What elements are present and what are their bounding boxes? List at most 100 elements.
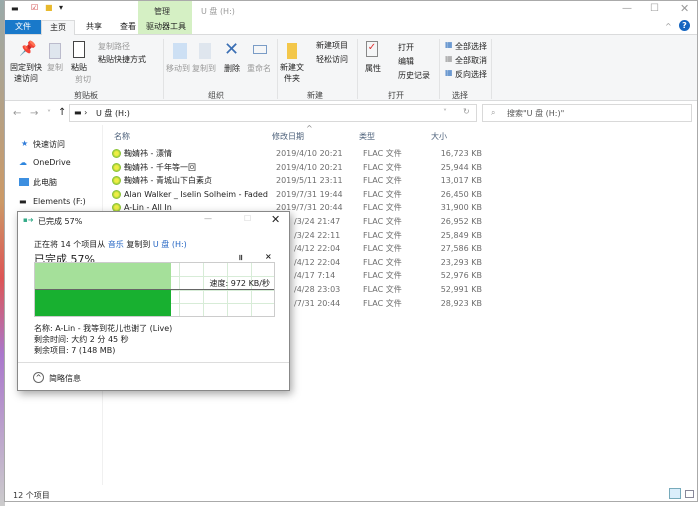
new-folder-icon (287, 43, 297, 59)
divider (18, 362, 289, 363)
history-button[interactable]: 历史记录 (398, 70, 430, 81)
large-icons-view-button[interactable] (685, 490, 694, 498)
address-dropdown[interactable]: ˅ (443, 108, 447, 117)
select-all-button[interactable]: 全部选择 (455, 41, 487, 52)
time-remaining-label: 剩余时间: 大约 2 分 45 秒 (34, 335, 129, 344)
move-to-button[interactable]: 移动到 (166, 63, 190, 74)
minimize-button[interactable]: — (622, 3, 632, 14)
cut-button[interactable]: 剪切 (75, 74, 91, 85)
file-row[interactable]: Alan Walker _ Iselin Solheim - Faded 2019… (112, 188, 482, 201)
properties-qat-icon[interactable]: ☑ (31, 3, 38, 12)
column-date[interactable]: 修改日期 (272, 131, 304, 142)
drive-icon: ▬ (11, 4, 19, 13)
divider (491, 39, 492, 99)
window-title: U 盘 (H:) (201, 7, 235, 16)
chevron-up-icon[interactable]: ^ (33, 372, 44, 383)
column-type[interactable]: 类型 (359, 131, 375, 142)
open-button[interactable]: 打开 (398, 42, 414, 53)
up-button[interactable]: ↑ (58, 107, 66, 118)
file-type: FLAC 文件 (363, 285, 402, 294)
rename-button[interactable]: 重命名 (247, 63, 271, 74)
copy-button[interactable]: 复制 (47, 62, 63, 73)
file-type: FLAC 文件 (363, 149, 402, 158)
back-button[interactable]: ← (13, 108, 21, 119)
copy-to-button[interactable]: 复制到 (192, 63, 216, 74)
new-folder-button[interactable]: 新建文件夹 (279, 62, 305, 84)
nav-this-pc[interactable]: 此电脑 (33, 177, 57, 188)
cloud-icon: ☁ (19, 158, 27, 167)
file-size: 23,293 KB (440, 257, 482, 267)
file-date: 2019/4/10 20:21 (276, 162, 343, 172)
divider (277, 39, 278, 99)
destination-link[interactable]: U 盘 (H:) (153, 240, 187, 249)
tab-home[interactable]: 主页 (41, 20, 75, 35)
file-size: 13,017 KB (440, 176, 482, 186)
properties-icon: ✓ (366, 41, 378, 57)
file-row[interactable]: 鞠婧祎 - 青城山下白素贞 2019/5/11 23:11 FLAC 文件 13,01… (112, 174, 482, 187)
close-button[interactable]: ✕ (680, 2, 689, 15)
qat-dropdown-icon[interactable]: ▾ (59, 3, 63, 12)
dialog-close-button[interactable]: ✕ (271, 213, 280, 226)
nav-elements-drive[interactable]: Elements (F:) (33, 197, 86, 206)
cancel-copy-button[interactable]: × (265, 252, 272, 261)
forward-button[interactable]: → (30, 108, 38, 119)
collapse-ribbon-icon[interactable]: ^ (665, 22, 672, 31)
file-type: FLAC 文件 (363, 230, 402, 240)
maximize-button[interactable]: ☐ (650, 3, 659, 14)
invert-selection-button[interactable]: 反向选择 (455, 69, 487, 80)
copy-path-button[interactable]: 复制路径 (98, 41, 130, 52)
nav-onedrive[interactable]: OneDrive (33, 158, 71, 167)
address-bar[interactable]: ▬ › U 盘 (H:) ˅ ↻ (69, 104, 477, 122)
recent-dropdown[interactable]: ˅ (47, 109, 51, 118)
file-type: FLAC 文件 (363, 298, 402, 308)
copy-icon (49, 43, 61, 59)
address-path[interactable]: U 盘 (H:) (96, 108, 130, 119)
search-input[interactable]: ⌕ 搜索"U 盘 (H:)" (482, 104, 692, 122)
nav-quick-access[interactable]: 快速访问 (33, 139, 65, 150)
file-row[interactable]: 鞠婧祎 - 漂情 2019/4/10 20:21 FLAC 文件 16,723 KB (112, 147, 482, 160)
file-date: /7/31 20:44 (294, 298, 341, 308)
properties-button[interactable]: 属性 (365, 63, 381, 74)
pin-quick-access-button[interactable]: 固定到快速访问 (9, 62, 43, 84)
file-size: 31,900 KB (440, 203, 482, 213)
description-text: 正在将 14 个项目从 (34, 240, 106, 249)
description-text: 复制到 (126, 240, 151, 249)
paste-shortcut-button[interactable]: 粘贴快捷方式 (98, 54, 146, 65)
easy-access-button[interactable]: 轻松访问 (316, 54, 348, 65)
dialog-minimize-button[interactable]: — (204, 214, 212, 223)
music-file-icon (112, 189, 121, 199)
file-type: FLAC 文件 (363, 217, 402, 226)
new-group-label: 新建 (307, 91, 323, 100)
help-icon[interactable]: ? (679, 20, 690, 31)
file-date: 2019/5/11 23:11 (276, 176, 343, 186)
tab-drive-tools[interactable]: 驱动器工具 (141, 20, 191, 34)
tab-share[interactable]: 共享 (77, 20, 111, 34)
refresh-button[interactable]: ↻ (463, 107, 470, 116)
music-file-icon (112, 176, 121, 186)
music-file-icon (112, 149, 121, 158)
file-size: 27,586 KB (440, 244, 482, 254)
file-row[interactable]: 鞠婧祎 - 千年等一回 2019/4/10 20:21 FLAC 文件 25,944 … (112, 161, 482, 174)
folder-qat-icon[interactable]: ■ (45, 3, 53, 12)
column-size[interactable]: 大小 (431, 131, 447, 142)
speed-fill (35, 289, 172, 316)
open-group-label: 打开 (388, 91, 404, 100)
column-name[interactable]: 名称 (114, 131, 130, 142)
sort-ascending-icon: ^ (306, 124, 313, 133)
new-item-button[interactable]: 新建项目 (316, 40, 348, 51)
file-size: 25,849 KB (440, 230, 482, 240)
fewer-details-button[interactable]: 简略信息 (49, 373, 81, 384)
edit-button[interactable]: 编辑 (398, 56, 414, 67)
tab-view[interactable]: 查看 (111, 20, 145, 34)
file-date: /3/24 22:11 (294, 230, 341, 240)
rename-icon (253, 45, 267, 54)
file-size: 52,976 KB (440, 271, 482, 281)
paste-button[interactable]: 粘贴 (71, 62, 87, 73)
tab-file[interactable]: 文件 (5, 20, 41, 34)
file-size: 16,723 KB (440, 149, 482, 158)
details-view-button[interactable] (669, 488, 681, 499)
pin-icon: 📌 (19, 41, 37, 57)
source-link[interactable]: 音乐 (108, 240, 124, 249)
delete-button[interactable]: 删除 (224, 63, 240, 74)
select-none-button[interactable]: 全部取消 (455, 55, 487, 66)
